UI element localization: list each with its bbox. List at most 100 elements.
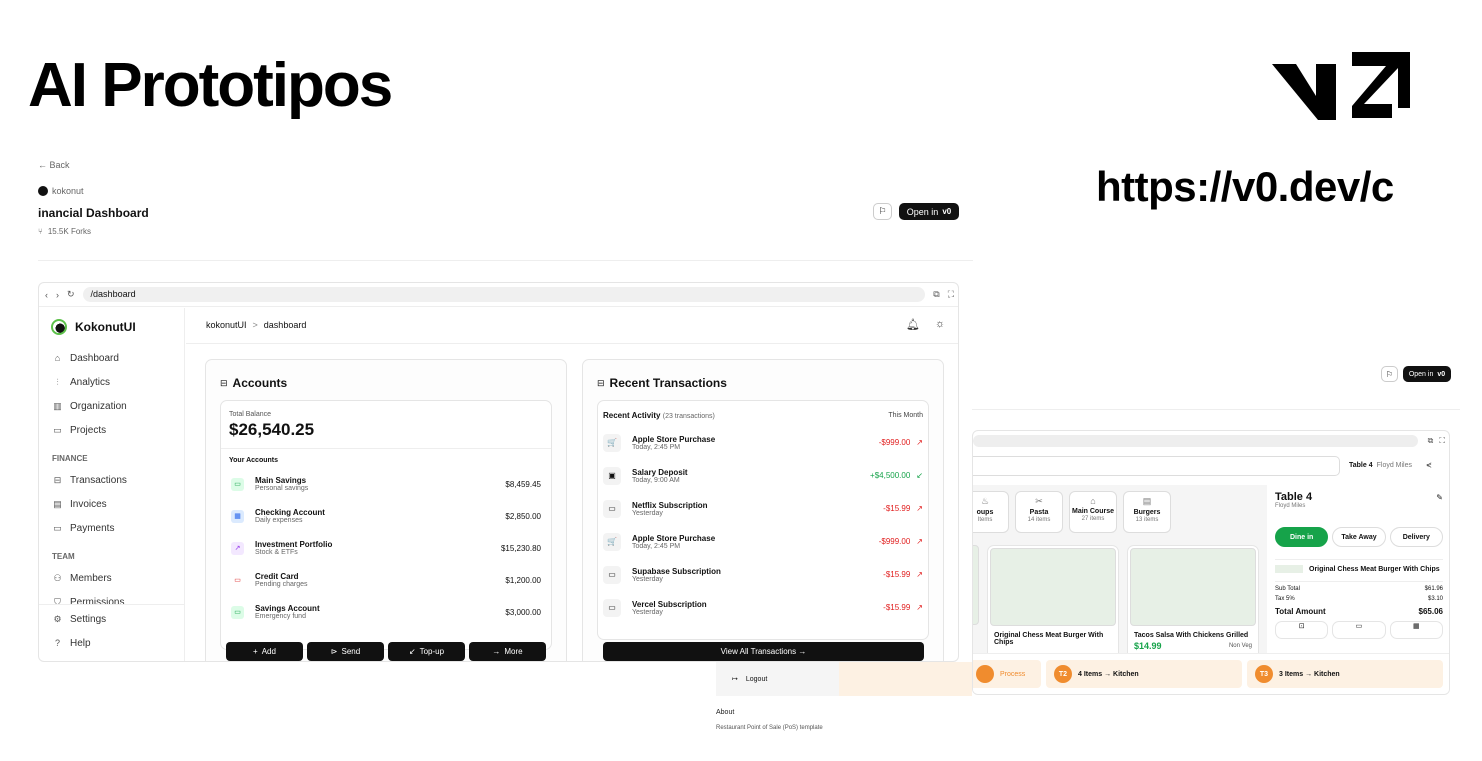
sidebar-item-settings[interactable]: ⚙ Settings [39, 607, 184, 631]
category-card[interactable]: ▤ Burgers 13 items [1123, 491, 1171, 533]
account-name: Checking Account [255, 508, 325, 517]
kitchen-label: 3 Items → Kitchen [1279, 670, 1340, 678]
kitchen-item[interactable]: T3 3 Items → Kitchen [1247, 660, 1443, 688]
total-balance-label: Total Balance [229, 411, 272, 418]
bell-icon[interactable]: 🔔︎ [906, 318, 920, 331]
account-sub: Pending charges [255, 581, 308, 588]
sidebar-item-transactions[interactable]: ⊟ Transactions [39, 468, 184, 492]
sidebar-item-permissions[interactable]: ⛉ Permissions [39, 590, 184, 605]
activity-label: Recent Activity [603, 411, 661, 420]
subtotal-label: Sub Total [1275, 586, 1300, 592]
qr-button[interactable]: ▦ [1389, 621, 1443, 639]
project-name: inancial Dashboard [38, 206, 149, 220]
breadcrumb-current: dashboard [263, 320, 307, 330]
order-mode-delivery[interactable]: Delivery [1389, 527, 1443, 547]
category-icon: ♨ [980, 496, 990, 506]
account-icon: ▦ [231, 509, 244, 523]
logout-item[interactable]: ↦ Logout [716, 662, 839, 696]
pos-open-in-v0-button[interactable]: Open in v0 [1403, 366, 1451, 382]
total-value: $65.06 [1418, 607, 1443, 616]
order-mode-take-away[interactable]: Take Away [1332, 527, 1386, 547]
divider [972, 409, 1460, 410]
category-count: 14 items [1027, 517, 1051, 523]
order-mode-dine-in[interactable]: Dine in [1275, 527, 1329, 547]
view-all-transactions-button[interactable]: View All Transactions → [603, 642, 924, 661]
sidebar-item-payments[interactable]: ▭ Payments [39, 516, 184, 540]
page-title: AI Prototipos [28, 51, 393, 120]
category-card[interactable]: ✂ Pasta 14 items [1015, 491, 1063, 533]
edit-icon[interactable]: ✎ [1436, 493, 1443, 502]
card-button[interactable]: ▭ [1332, 621, 1386, 639]
forward-arrow-icon[interactable]: › [56, 290, 59, 300]
sidebar-item-help[interactable]: ? Help [39, 631, 184, 655]
menu-item-card[interactable]: Original Chess Meat Burger With Chips [987, 545, 1119, 665]
sun-icon[interactable]: ☼ [935, 318, 945, 330]
v0-mini-icon: v0 [942, 207, 952, 216]
kitchen-item-overlap [839, 662, 972, 696]
category-name: Burgers [1133, 509, 1161, 516]
sidebar-item-analytics[interactable]: ⫶ Analytics [39, 370, 184, 394]
fullscreen-icon[interactable]: ⛶ [1439, 436, 1445, 446]
pos-address-bar[interactable] [973, 435, 1418, 447]
sidebar-item-organization[interactable]: ▥ Organization [39, 394, 184, 418]
more-button[interactable]: → More [469, 642, 546, 661]
transaction-name: Salary Deposit [632, 467, 688, 477]
menu-item-card[interactable]: Tacos Salsa With Chickens Grilled $14.99… [1127, 545, 1259, 665]
account-row[interactable]: ▭ Credit Card Pending charges $1,200.00 [221, 564, 551, 596]
order-item-thumb [1275, 565, 1303, 573]
refresh-icon[interactable]: ↻ [67, 289, 75, 300]
pos-search-input[interactable] [973, 456, 1340, 476]
kitchen-item[interactable]: T2 4 Items → Kitchen [1046, 660, 1242, 688]
period-label[interactable]: This Month [888, 412, 923, 419]
direction-arrow-icon: ↗ [916, 438, 923, 447]
sidebar-item-members[interactable]: ⚇ Members [39, 566, 184, 590]
add-button[interactable]: + Add [226, 642, 303, 661]
button-label: Add [261, 647, 276, 656]
transaction-row[interactable]: ▭ Supabase Subscription Yesterday -$15.9… [598, 558, 928, 591]
top-up-button[interactable]: ↙ Top-up [388, 642, 465, 661]
sidebar-item-dashboard[interactable]: ⌂ Dashboard [39, 346, 184, 370]
direction-arrow-icon: ↙ [916, 471, 923, 480]
sidebar-item-projects[interactable]: ▭ Projects [39, 418, 184, 442]
transaction-row[interactable]: ▣ Salary Deposit Today, 9:00 AM +$4,500.… [598, 459, 928, 492]
transaction-name: Netflix Subscription [632, 500, 708, 510]
author-name[interactable]: kokonut [52, 186, 84, 196]
transaction-row[interactable]: 🛒 Apple Store Purchase Today, 2:45 PM -$… [598, 525, 928, 558]
back-arrow-icon[interactable]: ‹ [45, 290, 48, 300]
menu-item-thumb[interactable] [973, 545, 979, 625]
breadcrumb-root[interactable]: kokonutUI [206, 320, 247, 330]
transaction-time: Yesterday [632, 575, 663, 583]
sidebar-item-label: Organization [70, 400, 127, 412]
transaction-row[interactable]: ▭ Vercel Subscription Yesterday -$15.99 ↗ [598, 591, 928, 624]
accounts-title: Accounts [232, 376, 288, 390]
browser-toolbar: ‹ › ↻ /dashboard ⧉ ⛶ [39, 283, 958, 307]
users-icon: ⚇ [53, 572, 62, 583]
total-label: Total Amount [1275, 607, 1326, 616]
copy-icon[interactable]: ⧉ [933, 289, 939, 300]
send-button[interactable]: ⊳ Send [307, 642, 384, 661]
share-icon[interactable]: ⋞ [1426, 461, 1432, 469]
send-icon: ⊳ [330, 647, 338, 656]
transaction-amount: -$15.99 [883, 570, 911, 579]
address-bar[interactable]: /dashboard [82, 287, 926, 302]
transaction-icon: 🛒 [603, 433, 621, 452]
transaction-row[interactable]: 🛒 Apple Store Purchase Today, 2:45 PM -$… [598, 426, 928, 459]
sidebar-item-invoices[interactable]: ▤ Invoices [39, 492, 184, 516]
open-in-v0-button[interactable]: Open in v0 [899, 203, 959, 220]
account-row[interactable]: ▦ Checking Account Daily expenses $2,850… [221, 500, 551, 532]
copy-icon[interactable]: ⧉ [1428, 436, 1434, 446]
account-row[interactable]: ↗ Investment Portfolio Stock & ETFs $15,… [221, 532, 551, 564]
cash-button[interactable]: ⊡ [1275, 621, 1329, 639]
category-card[interactable]: ♨ oups Items [973, 491, 1009, 533]
bar-chart-icon: ⫶ [56, 376, 59, 387]
account-row[interactable]: ▭ Main Savings Personal savings $8,459.4… [221, 468, 551, 500]
kitchen-item[interactable]: Process [973, 660, 1041, 688]
fullscreen-icon[interactable]: ⛶ [948, 289, 954, 300]
report-flag-button[interactable]: ⚐ [873, 203, 892, 220]
category-card[interactable]: ⌂ Main Course 27 items [1069, 491, 1117, 533]
pos-flag-button[interactable]: ⚐ [1381, 366, 1398, 382]
account-row[interactable]: ▭ Savings Account Emergency fund $3,000.… [221, 596, 551, 628]
back-link[interactable]: ← Back [38, 160, 70, 170]
transaction-row[interactable]: ▭ Netflix Subscription Yesterday -$15.99… [598, 492, 928, 525]
account-icon: ▭ [231, 605, 244, 619]
